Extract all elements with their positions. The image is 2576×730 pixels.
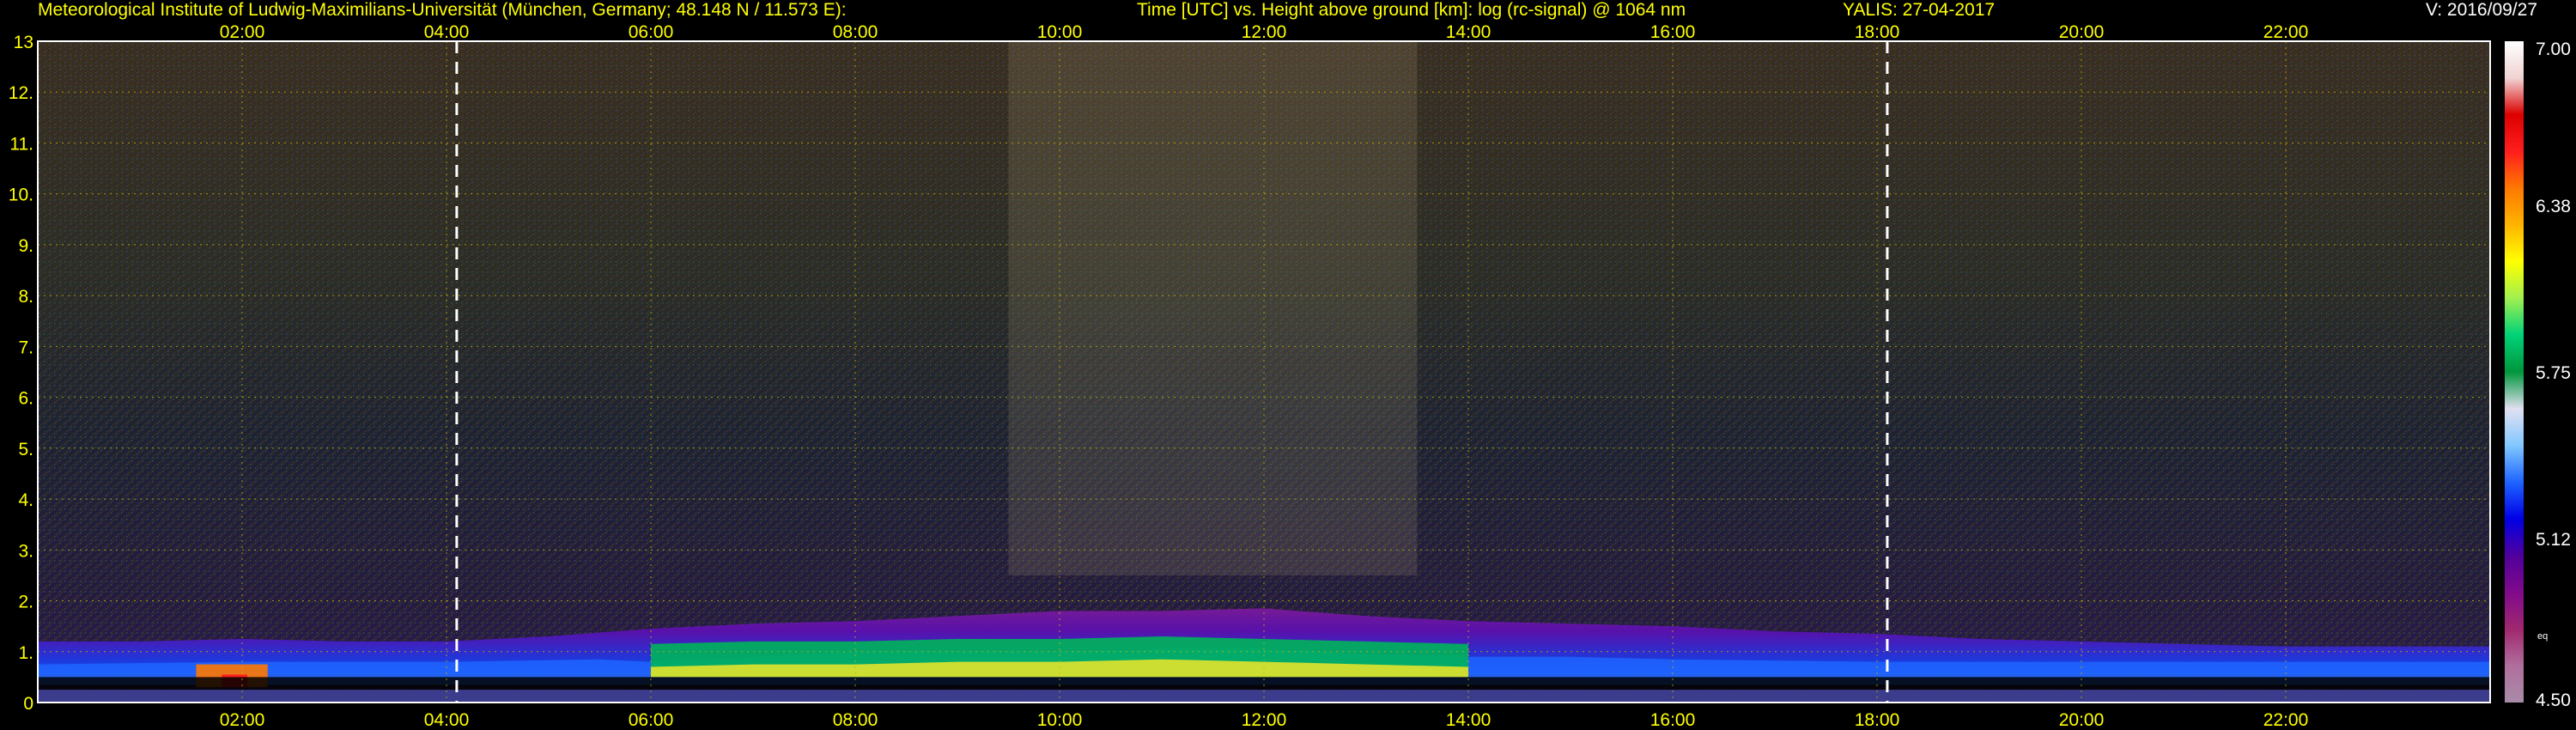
plot-area (37, 40, 2491, 703)
x-tick-label-bottom: 06:00 (629, 710, 674, 730)
y-tick-label: 11. (9, 134, 33, 154)
y-tick-label: 9. (18, 236, 33, 256)
lidar-quicklook-chart: 02:00 04:00 06:00 08:00 10:00 12:00 14:00 16:00… (9, 22, 2571, 730)
y-ticks: 0 1. 2. 3. 4. 5. 6. 7. 8. 9. 10. 11. 12. 13 (9, 33, 33, 714)
x-tick-label-top: 02:00 (220, 22, 265, 42)
x-tick-label-bottom: 12:00 (1242, 710, 1287, 730)
y-tick-label: 13 (14, 33, 33, 52)
y-tick-label: 5. (18, 440, 33, 459)
x-tick-label-bottom: 14:00 (1446, 710, 1492, 730)
y-tick-label: 8. (18, 287, 33, 307)
x-tick-label-top: 04:00 (424, 22, 470, 42)
x-tick-label-top: 16:00 (1650, 22, 1696, 42)
colorbar-tick-label: 6.38 (2536, 197, 2571, 216)
y-tick-label: 10. (9, 186, 33, 205)
y-tick-label: 0 (23, 694, 33, 714)
x-tick-label-bottom: 04:00 (424, 710, 470, 730)
colorbar: 7.00 6.38 5.75 5.12 4.50 eq (2505, 40, 2571, 710)
y-tick-label: 6. (18, 389, 33, 409)
colorbar-scale (2505, 41, 2524, 703)
x-tick-label-top: 18:00 (1855, 22, 1900, 42)
y-tick-label: 4. (18, 490, 33, 510)
x-tick-label-top: 12:00 (1242, 22, 1287, 42)
x-tick-label-top: 06:00 (629, 22, 674, 42)
x-ticks-bottom: 02:00 04:00 06:00 08:00 10:00 12:00 14:00 16:00… (220, 710, 2309, 730)
x-tick-label-top: 14:00 (1446, 22, 1492, 42)
x-tick-label-bottom: 10:00 (1037, 710, 1083, 730)
x-tick-label-top: 10:00 (1037, 22, 1083, 42)
colorbar-tick-label: 5.75 (2536, 363, 2571, 383)
x-tick-label-top: 20:00 (2059, 22, 2105, 42)
x-ticks-top: 02:00 04:00 06:00 08:00 10:00 12:00 14:00 16:00… (220, 22, 2309, 42)
x-tick-label-bottom: 16:00 (1650, 710, 1696, 730)
y-tick-label: 2. (18, 593, 33, 612)
y-tick-label: 7. (18, 338, 33, 357)
x-tick-label-bottom: 02:00 (220, 710, 265, 730)
x-tick-label-top: 08:00 (833, 22, 878, 42)
colorbar-tick-label: 4.50 (2536, 690, 2571, 710)
x-tick-label-top: 22:00 (2263, 22, 2309, 42)
x-tick-label-bottom: 20:00 (2059, 710, 2105, 730)
colorbar-tick-label: 5.12 (2536, 530, 2571, 550)
y-tick-label: 12. (9, 83, 33, 103)
x-tick-label-bottom: 08:00 (833, 710, 878, 730)
colorbar-tick-label: 7.00 (2536, 40, 2571, 59)
colorbar-small-label: eq (2537, 631, 2548, 642)
x-tick-label-bottom: 22:00 (2263, 710, 2309, 730)
x-tick-label-bottom: 18:00 (1855, 710, 1900, 730)
y-tick-label: 1. (18, 643, 33, 663)
daytime-noise-column (1008, 41, 1418, 575)
y-tick-label: 3. (18, 541, 33, 561)
